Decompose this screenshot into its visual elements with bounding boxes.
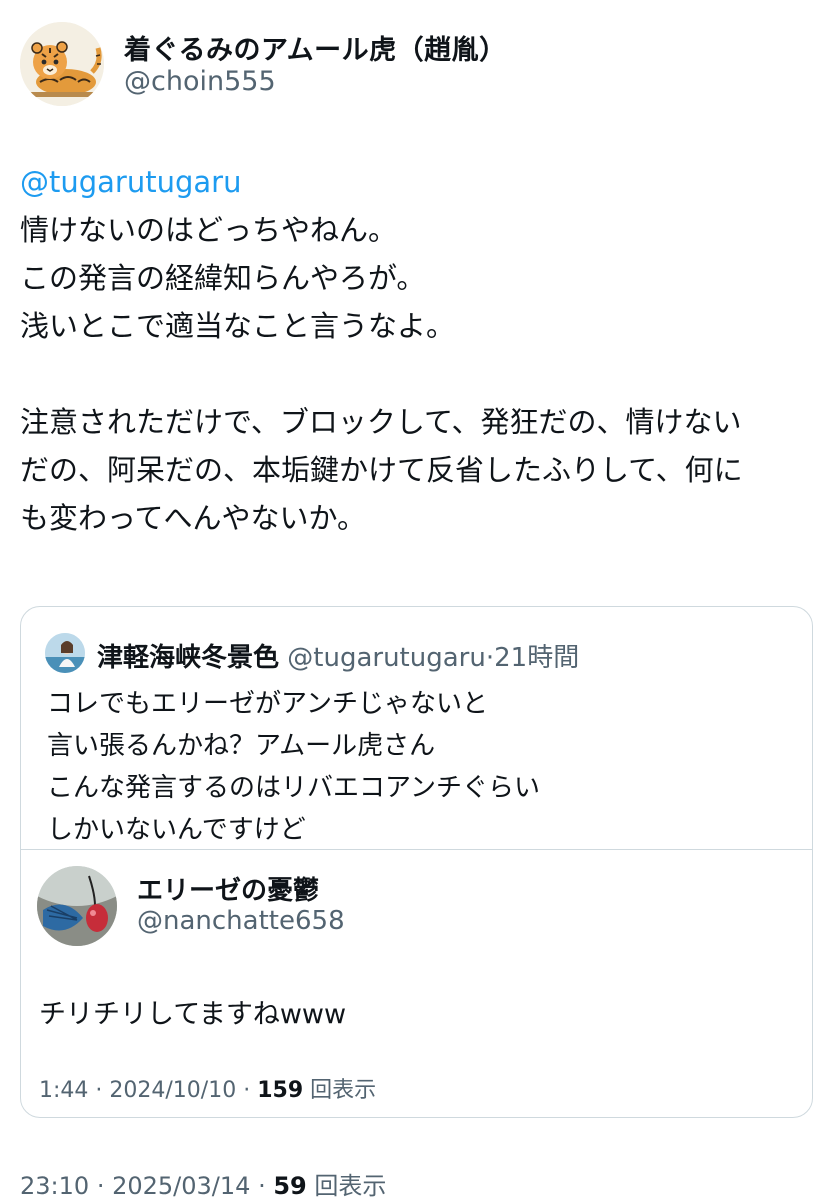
author-handle[interactable]: @choin555 [124, 66, 276, 97]
embedded-tweet-screenshot: エリーゼの憂鬱 @nanchatte658 チリチリしてますねwww 1:44 … [21, 849, 812, 1117]
embedded-author-name: エリーゼの憂鬱 [137, 876, 320, 906]
embedded-author-avatar-icon [37, 866, 117, 946]
quote-meta: 津軽海峡冬景色 @tugarutugaru·21時間 [97, 637, 579, 674]
quote-time[interactable]: 21時間 [494, 643, 579, 673]
separator: · [243, 1078, 251, 1103]
separator: · [96, 1172, 105, 1200]
tweet-line: この発言の経緯知らんやろが。 [20, 261, 426, 295]
author-display-name[interactable]: 着ぐるみのアムール虎（趙胤） [124, 28, 507, 67]
quote-author-name[interactable]: 津軽海峡冬景色 [97, 643, 279, 673]
embedded-views-label: 回表示 [310, 1078, 377, 1103]
quote-line: コレでもエリーゼがアンチじゃないと [47, 689, 488, 719]
separator: · [258, 1172, 266, 1200]
tweet-detail: 着ぐるみのアムール虎（趙胤） @choin555 @tugarutugaru 情… [0, 0, 833, 1200]
quote-line: こんな発言するのはリバエコアンチぐらい [47, 773, 540, 803]
quote-author-handle[interactable]: @tugarutugaru [287, 643, 486, 673]
tweet-line: も変わってへんやないか。 [20, 501, 366, 535]
tweet-line: 浅いとこで適当なこと言うなよ。 [20, 309, 456, 343]
tiger-avatar-icon[interactable] [20, 22, 104, 106]
views-label: 回表示 [314, 1172, 387, 1200]
tweet-line: だの、阿呆だの、本垢鍵かけて反省したふりして、何に [20, 453, 743, 487]
tweet-text: @tugarutugaru 情けないのはどっちやねん。 この発言の経緯知らんやろ… [20, 158, 820, 542]
embedded-tweet-text: チリチリしてますねwww [39, 999, 347, 1030]
tweet-line: 情けないのはどっちやねん。 [20, 213, 398, 247]
embedded-author-handle: @nanchatte658 [137, 906, 345, 936]
embedded-tweet-footer: 1:44 · 2024/10/10 · 159 回表示 [39, 1072, 376, 1104]
separator: · [95, 1078, 103, 1103]
separator: · [485, 643, 495, 673]
quote-text: コレでもエリーゼがアンチじゃないと 言い張るんかね？アムール虎さん こんな発言す… [47, 683, 540, 851]
tweet-date[interactable]: 2025/03/14 [112, 1172, 250, 1200]
quote-line: 言い張るんかね？アムール虎さん [47, 731, 436, 761]
tweet-footer: 23:10 · 2025/03/14 · 59 回表示 [20, 1166, 386, 1200]
embedded-views-count: 159 [257, 1078, 304, 1103]
tweet-line: 注意されただけで、ブロックして、発狂だの、情けない [20, 405, 742, 439]
quote-tweet-card[interactable]: 津軽海峡冬景色 @tugarutugaru·21時間 コレでもエリーゼがアンチじ… [20, 606, 813, 1118]
mention-link[interactable]: @tugarutugaru [20, 158, 820, 206]
quote-line: しかいないんですけど [47, 815, 306, 845]
embedded-time: 1:44 [39, 1078, 89, 1103]
views-count: 59 [273, 1172, 307, 1200]
tweet-time[interactable]: 23:10 [20, 1172, 89, 1200]
embedded-date: 2024/10/10 [109, 1078, 237, 1103]
quote-author-avatar-icon [45, 633, 85, 673]
